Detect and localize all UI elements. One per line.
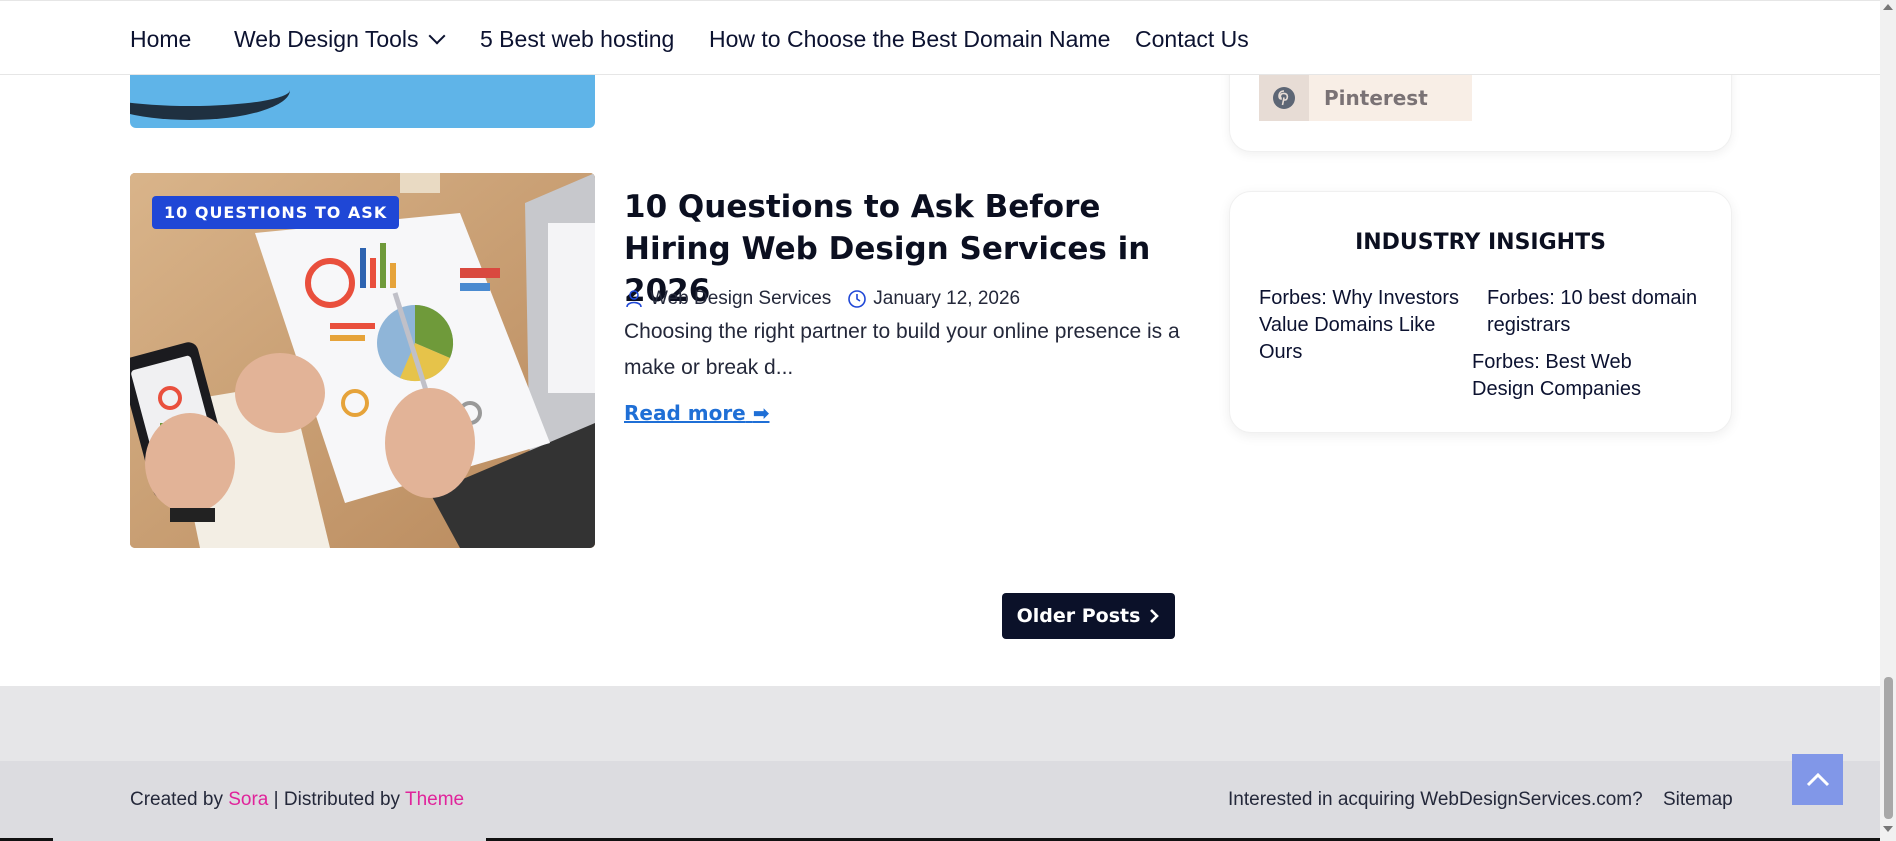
top-navigation: Home Web Design Tools 5 Best web hosting… — [0, 0, 1880, 75]
pinterest-label: Pinterest — [1324, 86, 1428, 110]
distributed-by-text: | Distributed by — [273, 789, 401, 810]
post-category-badge[interactable]: 10 QUESTIONS TO ASK — [152, 196, 400, 229]
scroll-up-arrow-icon[interactable] — [1883, 4, 1893, 10]
read-more-link[interactable]: Read more ➡ — [624, 401, 769, 425]
insight-link-web-design-companies[interactable]: Forbes: Best Web Design Companies — [1472, 349, 1672, 403]
sitemap-link[interactable]: Sitemap — [1663, 789, 1733, 811]
nav-web-design-tools-label: Web Design Tools — [234, 26, 419, 52]
older-posts-button[interactable]: Older Posts — [1002, 593, 1175, 639]
chevron-up-icon — [1806, 772, 1829, 786]
chevron-right-icon — [1150, 609, 1160, 623]
industry-insights-title: INDUSTRY INSIGHTS — [1355, 230, 1606, 255]
scroll-down-arrow-icon[interactable] — [1883, 826, 1893, 832]
footer-widgets-area — [0, 686, 1880, 761]
footer-credits: Created by Sora | Distributed by Theme — [130, 789, 464, 811]
pinterest-icon — [1259, 75, 1309, 121]
chevron-down-icon — [428, 27, 446, 45]
nav-contact-us[interactable]: Contact Us — [1135, 25, 1249, 53]
older-posts-label: Older Posts — [1016, 605, 1141, 627]
created-by-text: Created by — [130, 789, 223, 810]
insight-link-domain-registrars[interactable]: Forbes: 10 best domain registrars — [1487, 285, 1717, 339]
back-to-top-button[interactable] — [1792, 754, 1843, 805]
nav-best-web-hosting[interactable]: 5 Best web hosting — [480, 25, 674, 53]
post-meta: Web Design Services January 12, 2026 — [624, 288, 1020, 310]
clock-icon — [848, 290, 867, 308]
scrollbar-thumb[interactable] — [1884, 677, 1893, 819]
sora-link[interactable]: Sora — [228, 789, 268, 810]
user-icon — [626, 290, 642, 308]
insight-link-investors[interactable]: Forbes: Why Investors Value Domains Like… — [1259, 285, 1469, 366]
analytics-desk-photo — [130, 173, 595, 548]
acquire-domain-link[interactable]: Interested in acquiring WebDesignService… — [1228, 789, 1643, 811]
post-thumbnail-image[interactable] — [130, 173, 595, 548]
read-more-label: Read more — [624, 401, 746, 425]
nav-home[interactable]: Home — [130, 25, 191, 53]
nav-web-design-tools[interactable]: Web Design Tools — [234, 25, 446, 53]
pinterest-button[interactable]: Pinterest — [1259, 75, 1472, 121]
post-date: January 12, 2026 — [873, 288, 1021, 309]
nav-choose-domain-name[interactable]: How to Choose the Best Domain Name — [709, 25, 1110, 53]
post-author[interactable]: Web Design Services — [650, 288, 831, 310]
arrow-right-icon: ➡ — [752, 401, 770, 425]
post-excerpt: Choosing the right partner to build your… — [624, 320, 1180, 379]
theme-link[interactable]: Theme — [405, 789, 464, 810]
